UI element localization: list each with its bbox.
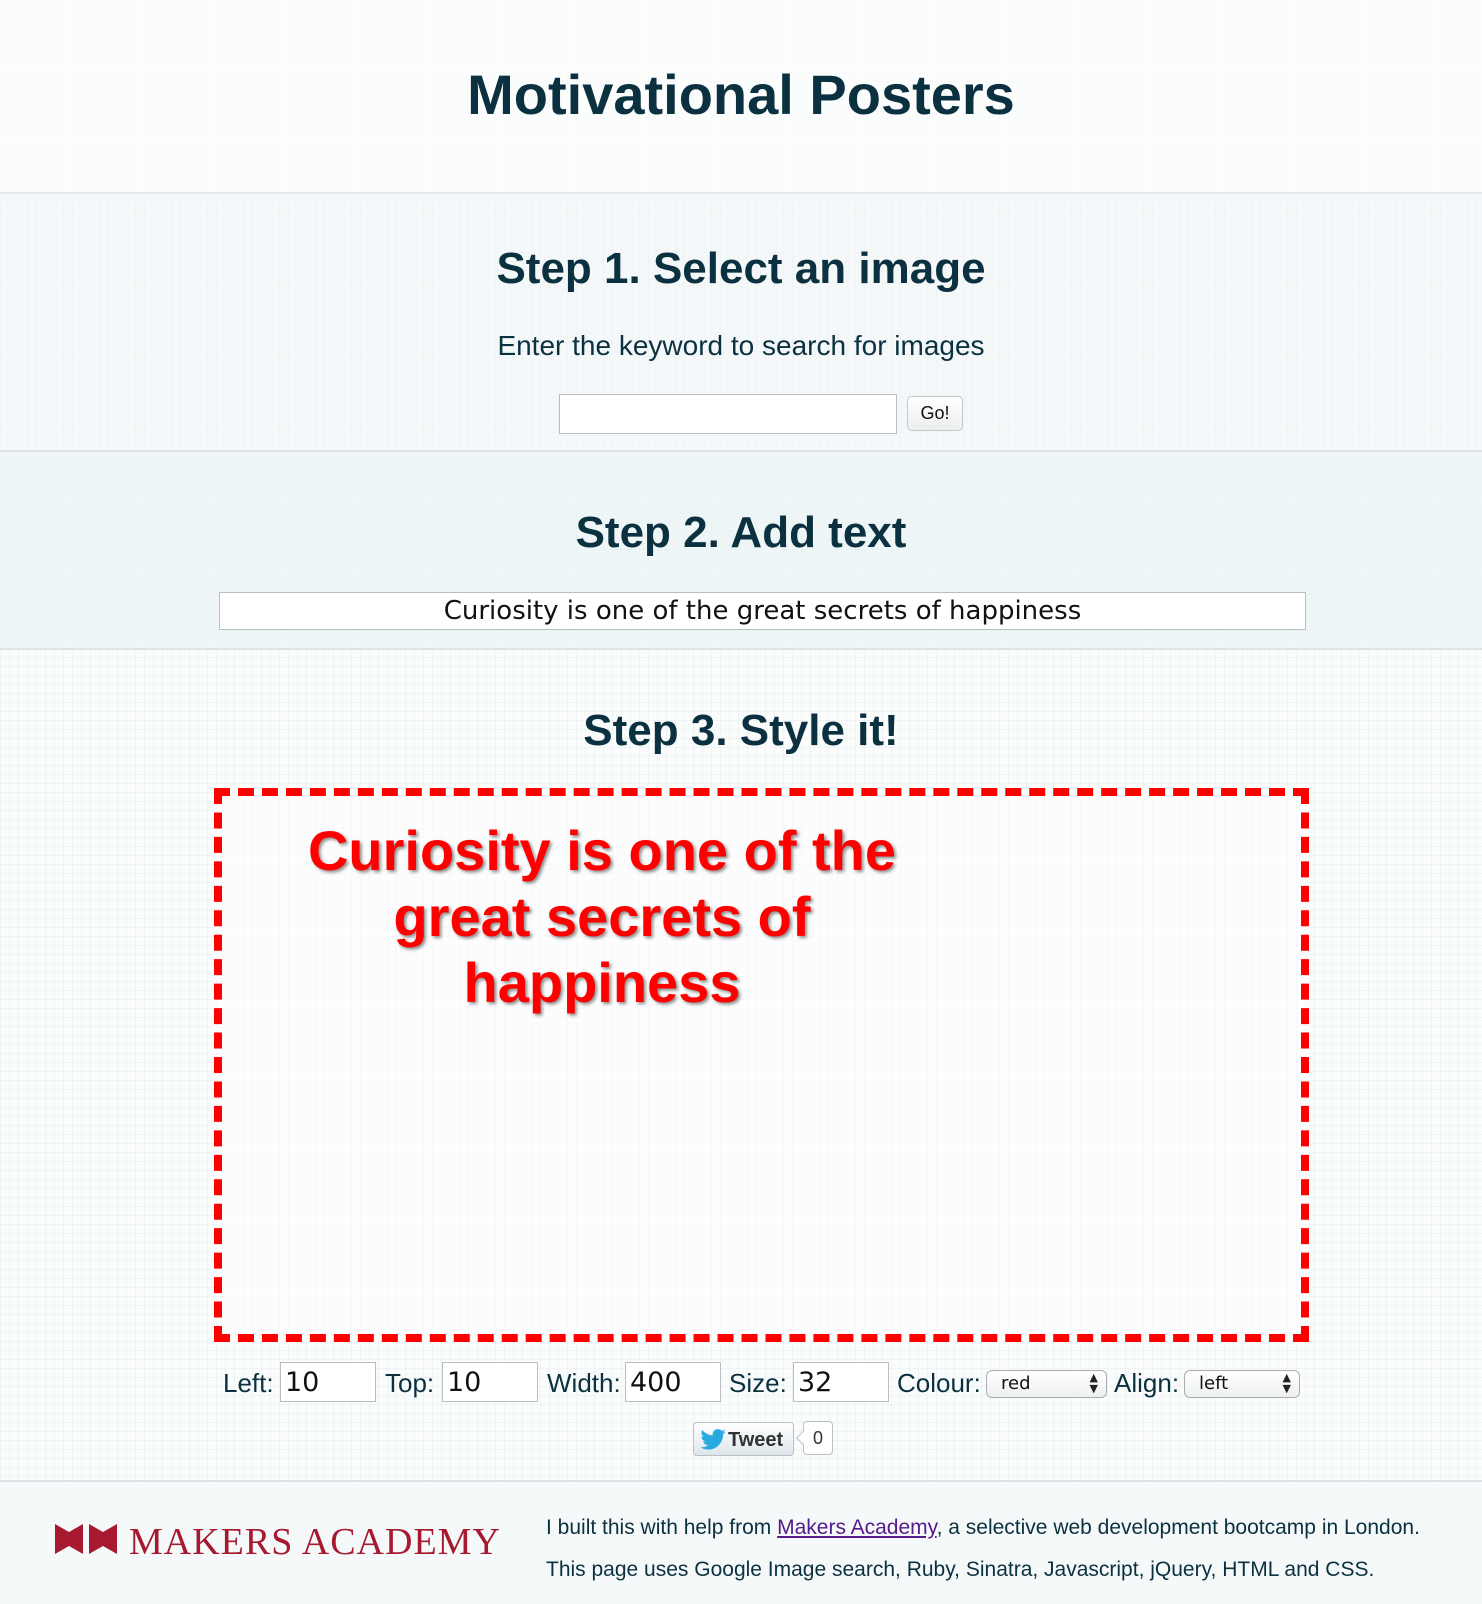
top-label: Top: <box>385 1368 435 1398</box>
size-label: Size: <box>729 1368 787 1398</box>
colour-select-value: red <box>1001 1373 1031 1394</box>
step2-section: Step 2. Add text <box>0 452 1482 650</box>
credit-prefix: I built this with help from <box>546 1516 778 1539</box>
select-arrows-icon: ▲ ▼ <box>1089 1371 1098 1395</box>
tweet-label: Tweet <box>728 1429 784 1451</box>
page-footer: MAKERS ACADEMY I built this with help fr… <box>0 1480 1482 1604</box>
align-label: Align: <box>1114 1368 1180 1398</box>
poster-canvas[interactable]: Curiosity is one of the great secrets of… <box>214 788 1309 1342</box>
twitter-bird-icon <box>700 1429 726 1450</box>
align-select-value: left <box>1199 1373 1229 1394</box>
tweet-button[interactable]: Tweet <box>693 1422 794 1456</box>
page-header: Motivational Posters <box>0 0 1482 194</box>
width-label: Width: <box>547 1368 621 1398</box>
step1-section: Step 1. Select an image Enter the keywor… <box>0 194 1482 452</box>
style-controls: Left: Top: Width: Size: Colour: red ▲▼ A… <box>0 1362 1482 1404</box>
top-input[interactable] <box>442 1362 538 1402</box>
select-arrows-icon: ▲ ▼ <box>1282 1371 1291 1395</box>
left-input[interactable] <box>280 1362 376 1402</box>
poster-text-input[interactable] <box>219 592 1306 630</box>
width-input[interactable] <box>625 1362 721 1402</box>
step2-heading: Step 2. Add text <box>575 508 907 557</box>
search-instruction: Enter the keyword to search for images <box>497 330 985 361</box>
page-title: Motivational Posters <box>467 63 1015 126</box>
go-button[interactable]: Go! <box>907 396 963 431</box>
poster-text[interactable]: Curiosity is one of the great secrets of… <box>297 818 907 1016</box>
step3-heading: Step 3. Style it! <box>583 706 899 755</box>
size-input[interactable] <box>793 1362 889 1402</box>
search-input[interactable] <box>559 394 897 434</box>
colour-select[interactable]: red ▲ ▼ <box>986 1370 1107 1398</box>
logo-text: MAKERS ACADEMY <box>129 1521 501 1563</box>
align-select[interactable]: left ▲ ▼ <box>1184 1370 1300 1398</box>
credit-suffix: , a selective web development bootcamp i… <box>936 1516 1420 1539</box>
makers-academy-link[interactable]: Makers Academy <box>777 1516 937 1539</box>
credit-line: I built this with help from Makers Acade… <box>546 1516 1420 1540</box>
makers-logo-mark-icon <box>55 1524 117 1554</box>
step3-section: Step 3. Style it! Curiosity is one of th… <box>0 650 1482 1480</box>
step1-heading: Step 1. Select an image <box>496 244 986 293</box>
left-label: Left: <box>223 1368 274 1398</box>
colour-label: Colour: <box>897 1368 981 1398</box>
tech-line: This page uses Google Image search, Ruby… <box>546 1558 1375 1581</box>
tweet-count[interactable]: 0 <box>803 1421 833 1455</box>
